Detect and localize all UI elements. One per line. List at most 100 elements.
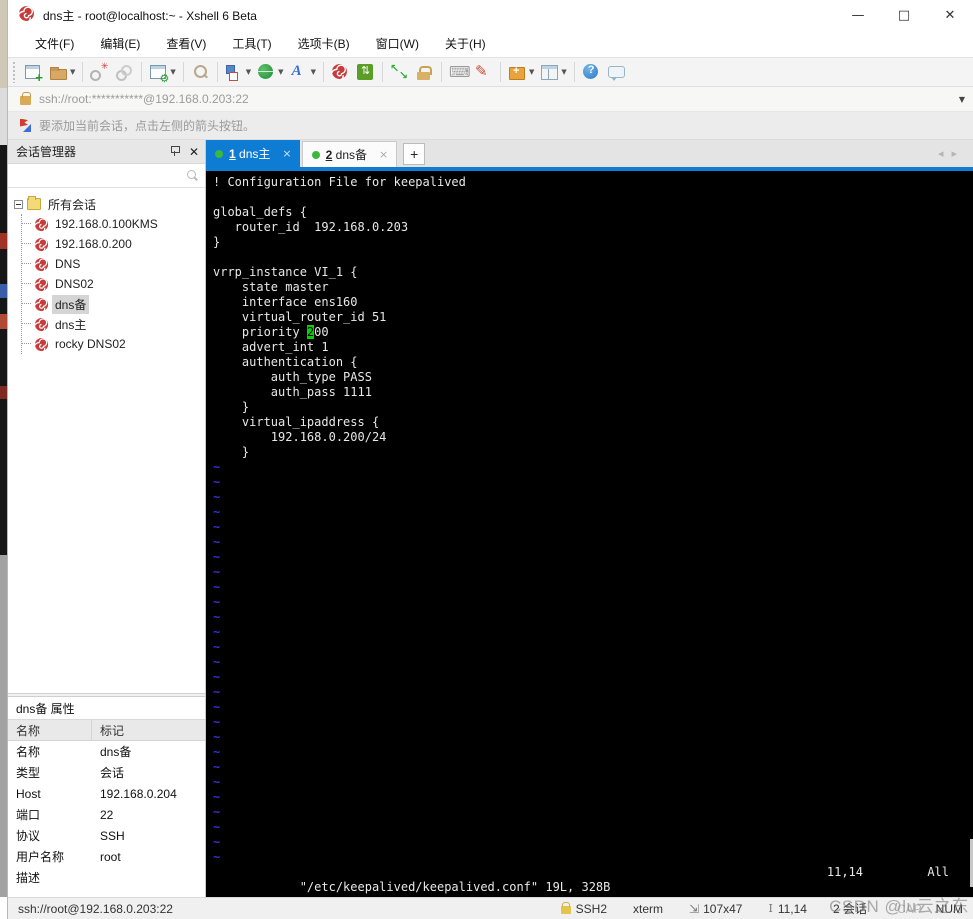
new-tab-button[interactable]: + — [403, 143, 426, 165]
property-value: 会话 — [100, 766, 125, 780]
tree-item-session[interactable]: DNS — [22, 254, 205, 274]
vim-tilde-line: ~ — [213, 670, 221, 684]
tree-item-session[interactable]: 192.168.0.200 — [22, 234, 205, 254]
session-properties-button[interactable]: ▼ — [146, 61, 178, 85]
vim-tilde-line: ~ — [213, 655, 221, 669]
menu-tools[interactable]: 工具(T) — [219, 31, 284, 56]
search-icon[interactable] — [185, 169, 199, 183]
tree-item-all-sessions[interactable]: 所有会话 — [8, 194, 205, 214]
title-bar: dns主 - root@localhost:~ - Xshell 6 Beta … — [8, 0, 973, 30]
xshell-window: dns主 - root@localhost:~ - Xshell 6 Beta … — [0, 0, 973, 919]
menu-view[interactable]: 查看(V) — [153, 31, 219, 56]
terminal-line: advert_int 1 — [213, 340, 329, 354]
vim-tilde-line: ~ — [213, 775, 221, 789]
vim-tilde-line: ~ — [213, 475, 221, 489]
dropdown-arrow-icon[interactable]: ▼ — [529, 68, 534, 76]
disconnect-icon — [90, 61, 109, 82]
ssl-lock-icon — [20, 92, 31, 105]
vim-tilde-line: ~ — [213, 745, 221, 759]
address-bar[interactable]: ssh://root:***********@192.168.0.203:22 … — [8, 87, 973, 112]
menu-about[interactable]: 关于(H) — [432, 31, 499, 56]
menu-edit[interactable]: 编辑(E) — [87, 31, 153, 56]
add-session-flag-icon[interactable] — [20, 119, 32, 133]
session-search-input[interactable] — [14, 166, 185, 185]
help-icon — [582, 63, 601, 82]
session-manager-header: 会话管理器 ✕ — [8, 140, 205, 164]
pin-panel-icon[interactable] — [170, 146, 180, 157]
maximize-button[interactable]: □ — [881, 0, 927, 30]
new-session-button[interactable] — [21, 61, 46, 85]
tab-dns-master[interactable]: 1 dns主 × — [206, 140, 300, 167]
tree-item-session[interactable]: 192.168.0.100KMS — [22, 214, 205, 234]
help-button[interactable] — [579, 61, 604, 84]
disconnect-button[interactable] — [87, 61, 112, 84]
compose-button[interactable] — [471, 61, 496, 84]
vim-scroll-indicator: All — [927, 865, 949, 879]
dropdown-arrow-icon[interactable]: ▼ — [561, 68, 566, 76]
property-name: 用户名称 — [16, 850, 65, 864]
tab-dns-backup[interactable]: 2 dns备 × — [301, 141, 398, 167]
property-value: dns备 — [100, 745, 132, 759]
terminal-screen[interactable]: ! Configuration File for keepalived glob… — [206, 171, 973, 897]
session-label: dns备 — [52, 294, 90, 314]
layout-button[interactable]: ▼ — [537, 61, 569, 84]
terminal-line: virtual_router_id 51 — [213, 310, 387, 324]
close-panel-icon[interactable]: ✕ — [189, 145, 199, 159]
dropdown-arrow-icon[interactable]: ▼ — [311, 68, 316, 76]
find-button[interactable] — [188, 61, 213, 84]
dropdown-arrow-icon[interactable]: ▼ — [278, 68, 283, 76]
menu-bar: 文件(F) 编辑(E) 查看(V) 工具(T) 选项卡(B) 窗口(W) 关于(… — [8, 30, 973, 57]
minimize-button[interactable]: — — [835, 0, 881, 30]
tree-item-session[interactable]: dns主 — [22, 314, 205, 334]
tree-item-session[interactable]: dns备 — [22, 294, 205, 314]
session-label: 192.168.0.100KMS — [55, 217, 158, 231]
vim-tilde-line: ~ — [213, 625, 221, 639]
fullscreen-button[interactable] — [387, 61, 412, 84]
vim-status-line: "/etc/keepalived/keepalived.conf" 19L, 3… — [213, 865, 973, 894]
xftp-button[interactable] — [353, 61, 378, 84]
dropdown-arrow-icon[interactable]: ▼ — [170, 68, 175, 76]
terminal-line: auth_type PASS — [213, 370, 372, 384]
vim-file-info: "/etc/keepalived/keepalived.conf" 19L, 3… — [299, 880, 611, 894]
toolbar-separator — [573, 62, 575, 82]
dropdown-arrow-icon[interactable]: ▼ — [246, 68, 251, 76]
vim-cursor-position: 11,14 — [826, 865, 863, 879]
duplicate-session-button[interactable]: ▼ — [222, 61, 254, 84]
feedback-button[interactable] — [604, 61, 629, 84]
dropdown-arrow-icon[interactable]: ▼ — [70, 68, 75, 76]
lock-screen-button[interactable] — [412, 61, 437, 84]
font-icon — [290, 63, 309, 82]
vim-tilde-line: ~ — [213, 700, 221, 714]
menu-window[interactable]: 窗口(W) — [363, 31, 432, 56]
open-folder-button[interactable]: ▼ — [46, 61, 78, 84]
tab-close-icon[interactable]: × — [282, 147, 291, 160]
tree-item-session[interactable]: DNS02 — [22, 274, 205, 294]
new-file-button[interactable]: ▼ — [505, 61, 537, 84]
properties-title: dns备 属性 — [8, 697, 205, 720]
session-count[interactable]: 2 会话 — [833, 900, 867, 917]
close-button[interactable]: ✕ — [927, 0, 973, 30]
session-properties-panel: dns备 属性 名称 标记 名称 dns备 类型 会话 Host 192.168.0.204 端… — [8, 697, 205, 897]
cursor-position-icon: I — [768, 902, 773, 915]
menu-tabs[interactable]: 选项卡(B) — [285, 31, 363, 56]
virtual-keyboard-button[interactable] — [446, 61, 471, 84]
fullscreen-icon — [390, 62, 409, 82]
property-name: 端口 — [16, 808, 41, 822]
terminal-type[interactable]: xterm — [633, 902, 663, 916]
xshell-button[interactable] — [328, 61, 353, 84]
reconnect-button[interactable] — [112, 61, 137, 84]
tree-item-session[interactable]: rocky DNS02 — [22, 334, 205, 354]
web-button[interactable]: ▼ — [254, 61, 286, 84]
tab-scroll-arrows[interactable]: ◂▸ — [938, 147, 965, 160]
tab-close-icon[interactable]: × — [379, 148, 388, 161]
address-dropdown-icon[interactable]: ▼ — [959, 95, 965, 104]
terminal-line: interface ens160 — [213, 295, 358, 309]
collapse-icon[interactable] — [14, 199, 23, 209]
lock-screen-icon — [415, 63, 434, 82]
font-button[interactable]: ▼ — [287, 61, 319, 84]
terminal-line: state master — [213, 280, 329, 294]
session-label: DNS — [55, 257, 81, 271]
menu-file[interactable]: 文件(F) — [22, 31, 87, 56]
connection-url: ssh://root:***********@192.168.0.203:22 — [39, 92, 249, 106]
